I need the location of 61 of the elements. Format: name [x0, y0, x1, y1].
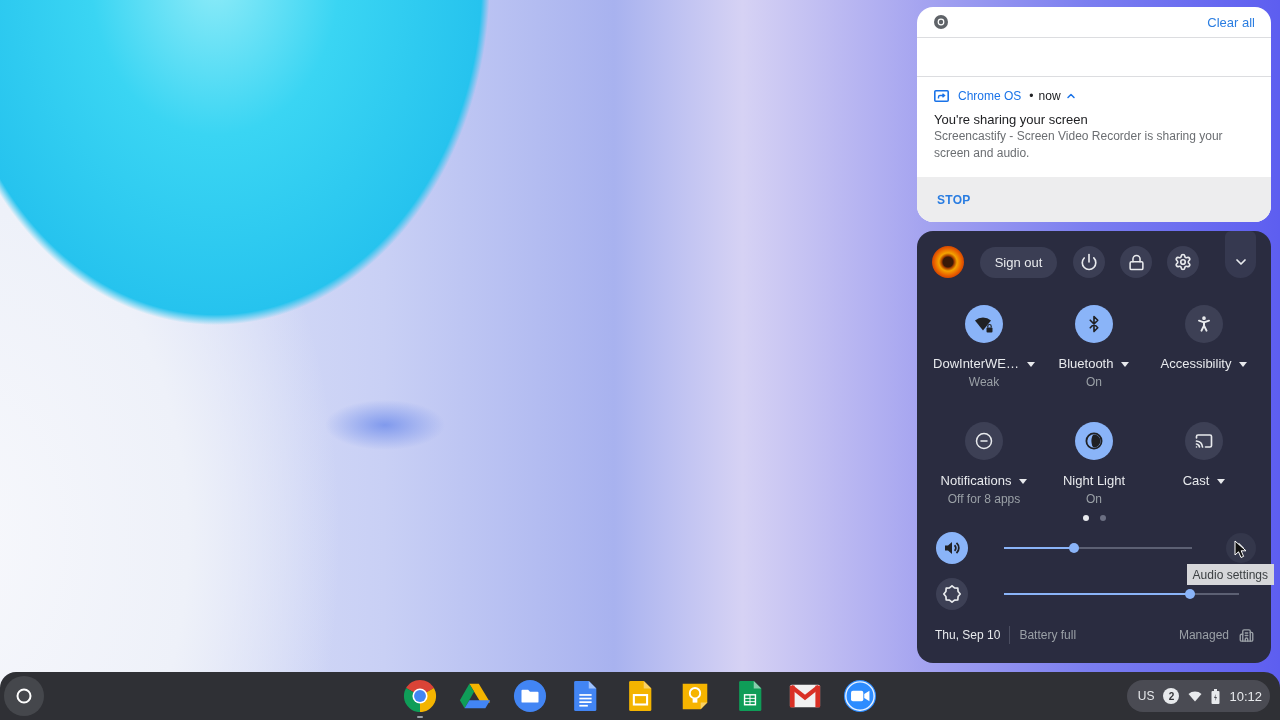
feature-status: On: [1086, 374, 1102, 390]
accessibility-toggle[interactable]: [1185, 305, 1223, 343]
speaker-icon: [943, 539, 961, 557]
managed-label: Managed: [1178, 628, 1229, 642]
notification-message: Screencastify - Screen Video Recorder is sharing your screen and audio.: [934, 128, 1224, 162]
clear-all-button[interactable]: Clear all: [1207, 14, 1255, 30]
feature-status: Weak: [968, 374, 1000, 390]
date-button[interactable]: Thu, Sep 10: [935, 628, 1001, 642]
page-dot-icon[interactable]: [1082, 515, 1089, 521]
launcher-button[interactable]: [4, 676, 44, 716]
tooltip: Audio settings: [1186, 564, 1274, 585]
wifi-icon: [1188, 690, 1203, 702]
chrome-icon[interactable]: [403, 679, 437, 713]
feature-label-button[interactable]: Bluetooth: [1058, 356, 1130, 372]
keyboard-layout-label: US: [1137, 689, 1155, 703]
notification-count-badge: 2: [1163, 688, 1180, 704]
battery-icon: [1211, 688, 1221, 704]
half-moon-icon: [1085, 432, 1103, 450]
feature-label-button[interactable]: Cast: [1182, 473, 1226, 489]
night-light-toggle[interactable]: [1075, 422, 1113, 460]
bluetooth-toggle[interactable]: [1075, 305, 1113, 343]
power-button[interactable]: [1073, 246, 1105, 278]
building-icon[interactable]: [1239, 627, 1254, 643]
settings-icon: [1174, 253, 1192, 271]
lock-icon: [1127, 253, 1145, 271]
stop-button[interactable]: STOP: [937, 192, 971, 207]
sign-out-button[interactable]: Sign out: [980, 246, 1057, 278]
slider-thumb[interactable]: [1068, 543, 1079, 553]
clock-time: 10:12: [1229, 688, 1262, 704]
lock-button[interactable]: [1120, 246, 1152, 278]
do-not-disturb-toggle[interactable]: [965, 422, 1003, 460]
feature-status: Off for 8 apps: [947, 491, 1021, 507]
bullet-separator: •: [1029, 89, 1034, 103]
cast-toggle[interactable]: [1185, 422, 1223, 460]
wifi-icon: [974, 315, 994, 333]
slider-thumb[interactable]: [1184, 589, 1195, 599]
user-avatar: [932, 246, 964, 278]
chrome-icon: [934, 15, 948, 29]
feature-label-button[interactable]: Night Light: [1062, 473, 1126, 489]
page-dot-icon[interactable]: [1099, 515, 1106, 521]
do-not-disturb-icon: [975, 432, 993, 450]
notification-title: You're sharing your screen: [934, 112, 1089, 128]
app-name: Chrome OS: [958, 89, 1022, 103]
wifi-toggle[interactable]: [965, 305, 1003, 343]
feature-label-button[interactable]: DowInterWE…: [933, 356, 1035, 372]
power-icon: [1080, 253, 1098, 271]
feature-status: On: [1086, 491, 1102, 507]
settings-button[interactable]: [1167, 246, 1199, 278]
feature-label-button[interactable]: Accessibility: [1160, 356, 1248, 372]
folder-icon[interactable]: [513, 679, 547, 713]
battery-status: Battery full: [1019, 628, 1077, 642]
mute-button[interactable]: [936, 532, 968, 564]
video-camera-icon[interactable]: [843, 679, 877, 713]
brightness-icon: [943, 585, 961, 603]
timestamp: now: [1038, 89, 1061, 103]
brightness-button[interactable]: [936, 578, 968, 610]
feature-label-button[interactable]: Notifications: [940, 473, 1028, 489]
cast-icon: [1195, 432, 1213, 450]
status-tray[interactable]: US 2 10:12: [1126, 680, 1270, 712]
screen-share-icon: [934, 90, 949, 102]
ring-icon: [16, 688, 32, 704]
